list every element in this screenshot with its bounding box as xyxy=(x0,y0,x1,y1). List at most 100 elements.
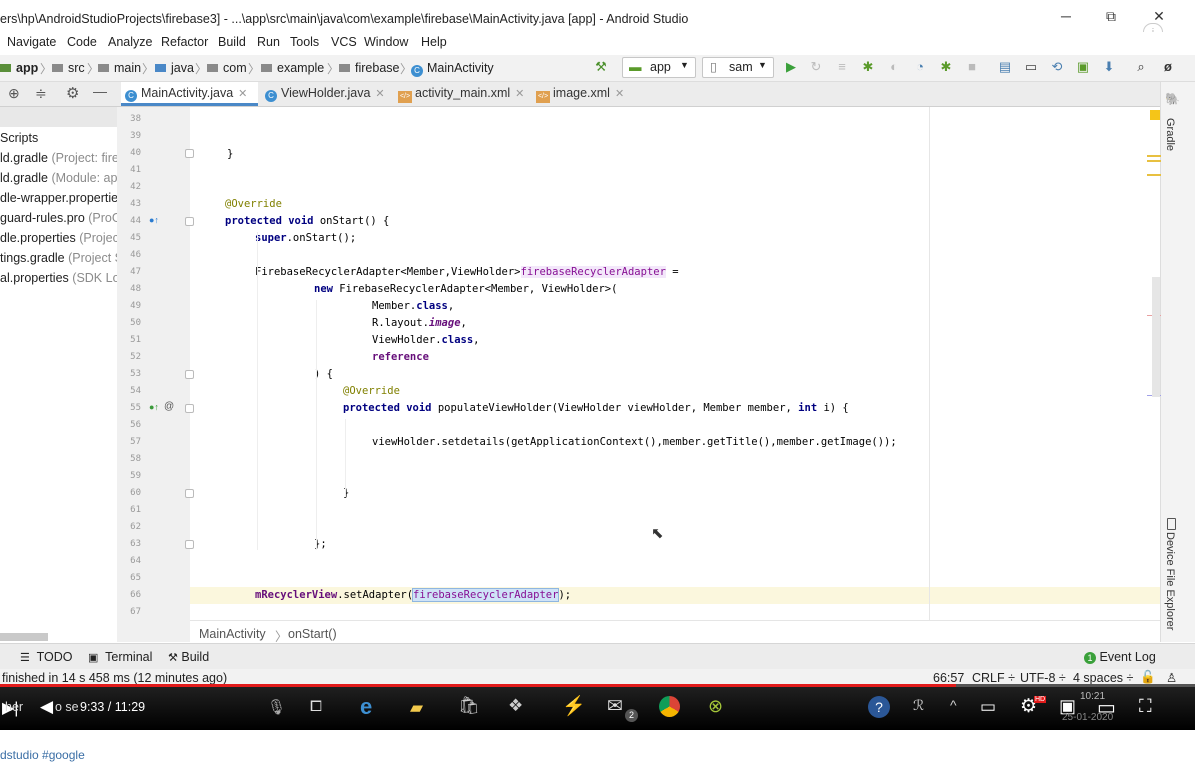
project-item[interactable]: dle-wrapper.propertie xyxy=(0,191,118,205)
override-icon[interactable]: ●↑ xyxy=(149,215,159,225)
gradle-tool-tab[interactable]: Gradle xyxy=(1164,118,1176,151)
menu-code[interactable]: Code xyxy=(67,35,97,49)
minimize-button[interactable]: ─ xyxy=(1052,8,1080,30)
menu-run[interactable]: Run xyxy=(257,35,280,49)
crumb-firebase[interactable]: firebase xyxy=(339,61,399,75)
project-item[interactable]: al.properties (SDK Loc xyxy=(0,271,126,285)
coverage-icon[interactable]: ◐ xyxy=(887,60,901,74)
project-item[interactable]: ld.gradle (Project: fireb xyxy=(0,151,126,165)
menu-help[interactable]: Help xyxy=(421,35,447,49)
volume-icon[interactable]: ◀ xyxy=(40,697,53,717)
vscode-icon[interactable]: ⚡ xyxy=(562,694,586,718)
device-select[interactable]: ▯ sam ▼ xyxy=(702,57,774,78)
horizontal-scrollbar[interactable] xyxy=(0,633,48,641)
device-file-explorer-tab[interactable]: Device File Explorer xyxy=(1164,532,1176,630)
indent-setting[interactable]: 4 spaces ÷ xyxy=(1073,671,1133,685)
crumb-example[interactable]: example xyxy=(261,61,324,75)
menu-window[interactable]: Window xyxy=(364,35,408,49)
breadcrumb-class[interactable]: MainActivity xyxy=(199,627,266,641)
apply-changes-icon[interactable]: ≡ xyxy=(835,60,849,74)
crumb-src[interactable]: src xyxy=(52,61,85,75)
sync-gradle-icon[interactable]: ⟲ xyxy=(1050,60,1064,74)
rerun-icon[interactable]: ↻ xyxy=(809,60,823,74)
menu-vcs[interactable]: VCS xyxy=(331,35,357,49)
tab-image-xml[interactable]: </> image.xml ✕ xyxy=(532,82,636,105)
chevron-down-icon: ▼ xyxy=(758,60,767,70)
code-editor[interactable]: } @Override protected void onStart() { s… xyxy=(190,107,1160,620)
crumb-com[interactable]: com xyxy=(207,61,247,75)
sdk-manager-icon[interactable]: ▭ xyxy=(1024,60,1038,74)
tab-activity-main[interactable]: </> activity_main.xml ✕ xyxy=(394,82,530,105)
mail-icon[interactable]: ✉ xyxy=(607,695,623,718)
debug-icon[interactable]: ✱ xyxy=(861,60,875,74)
lock-icon[interactable]: 🔓 xyxy=(1140,670,1156,685)
crumb-java[interactable]: java xyxy=(155,61,194,75)
hide-icon[interactable]: — xyxy=(93,83,107,99)
edge-browser-icon[interactable]: e xyxy=(360,694,372,720)
store-icon[interactable]: 🛍 xyxy=(458,696,480,716)
project-item[interactable]: guard-rules.pro (ProG xyxy=(0,211,122,225)
warning-marker[interactable] xyxy=(1150,110,1160,120)
profile-icon[interactable]: ◔ xyxy=(913,60,927,74)
gear-icon[interactable]: ⚙ xyxy=(66,84,79,102)
target-icon[interactable]: ⊕ xyxy=(8,85,20,102)
at-icon[interactable]: @ xyxy=(164,401,174,412)
vertical-scrollbar[interactable] xyxy=(1152,277,1160,397)
chevron-up-icon[interactable]: ^ xyxy=(950,697,957,713)
project-item[interactable]: Scripts xyxy=(0,131,38,145)
attach-debugger-icon[interactable]: ✱ xyxy=(939,60,953,74)
build-tab[interactable]: ⚒ Build xyxy=(168,650,209,664)
breadcrumb-method[interactable]: onStart() xyxy=(288,627,337,641)
chrome-icon[interactable] xyxy=(659,696,680,717)
close-icon[interactable]: ✕ xyxy=(515,88,524,100)
project-item[interactable]: dle.properties (Project xyxy=(0,231,122,245)
menu-build[interactable]: Build xyxy=(218,35,246,49)
run-config-select[interactable]: ▬ app ▼ xyxy=(622,57,696,78)
override-icon[interactable]: ●↑ xyxy=(149,402,159,412)
menu-analyze[interactable]: Analyze xyxy=(108,35,152,49)
dropbox-icon[interactable]: ❖ xyxy=(508,696,523,716)
project-structure-icon[interactable]: ▤ xyxy=(998,60,1012,74)
tab-viewholder[interactable]: C ViewHolder.java ✕ xyxy=(261,82,395,105)
task-view-icon[interactable]: ⧠ xyxy=(310,698,322,715)
event-log-tab[interactable]: 1 Event Log xyxy=(1084,650,1156,664)
subtitles-icon[interactable]: ▭ xyxy=(980,697,996,717)
hashtags-link[interactable]: dstudio #google xyxy=(0,748,85,762)
phone-icon: ▯ xyxy=(710,60,717,74)
crumb-app[interactable]: app xyxy=(0,61,38,75)
microphone-icon[interactable]: 🎙 xyxy=(267,698,286,716)
line-separator[interactable]: CRLF ÷ xyxy=(972,671,1015,685)
todo-tab[interactable]: ☰ TODO xyxy=(20,650,73,664)
restore-button[interactable]: ⧉ xyxy=(1097,8,1125,30)
terminal-tab[interactable]: ▣ Terminal xyxy=(88,650,152,664)
search-icon[interactable]: ⌕ xyxy=(1134,60,1148,74)
stop-icon[interactable]: ■ xyxy=(965,60,979,74)
collapse-icon[interactable]: ≑ xyxy=(35,85,47,102)
file-encoding[interactable]: UTF-8 ÷ xyxy=(1020,671,1066,685)
project-panel-header xyxy=(0,107,117,127)
hammer-icon[interactable]: ⚒ xyxy=(594,60,608,74)
project-item[interactable]: ld.gradle (Module: app xyxy=(0,171,124,185)
close-icon[interactable]: ✕ xyxy=(238,88,247,100)
run-icon[interactable]: ▶ xyxy=(784,60,798,74)
android-studio-icon[interactable]: ⊗ xyxy=(708,696,723,717)
sdk-download-icon[interactable]: ⬇ xyxy=(1102,60,1116,74)
people-icon[interactable]: ℛ xyxy=(913,697,924,714)
close-icon[interactable]: ✕ xyxy=(615,88,624,100)
project-item[interactable]: tings.gradle (Project Se xyxy=(0,251,130,265)
help-icon[interactable]: ? xyxy=(868,696,890,718)
menu-tools[interactable]: Tools xyxy=(290,35,319,49)
caret-position[interactable]: 66:57 xyxy=(933,671,964,685)
crumb-main[interactable]: main xyxy=(98,61,141,75)
notification-badge: 2 xyxy=(625,709,638,722)
close-icon[interactable]: ✕ xyxy=(375,88,384,100)
menu-refactor[interactable]: Refactor xyxy=(161,35,208,49)
crumb-mainactivity[interactable]: C MainActivity xyxy=(411,61,494,77)
inspector-icon[interactable]: ♙ xyxy=(1166,670,1177,685)
tab-mainactivity[interactable]: C MainActivity.java ✕ xyxy=(121,82,258,106)
file-explorer-icon[interactable]: ▰ xyxy=(410,698,423,718)
tools-icon[interactable]: ø xyxy=(1161,60,1175,74)
fullscreen-icon[interactable]: ⛶ xyxy=(1139,696,1152,717)
menu-navigate[interactable]: Navigate xyxy=(7,35,56,49)
avd-manager-icon[interactable]: ▣ xyxy=(1076,60,1090,74)
